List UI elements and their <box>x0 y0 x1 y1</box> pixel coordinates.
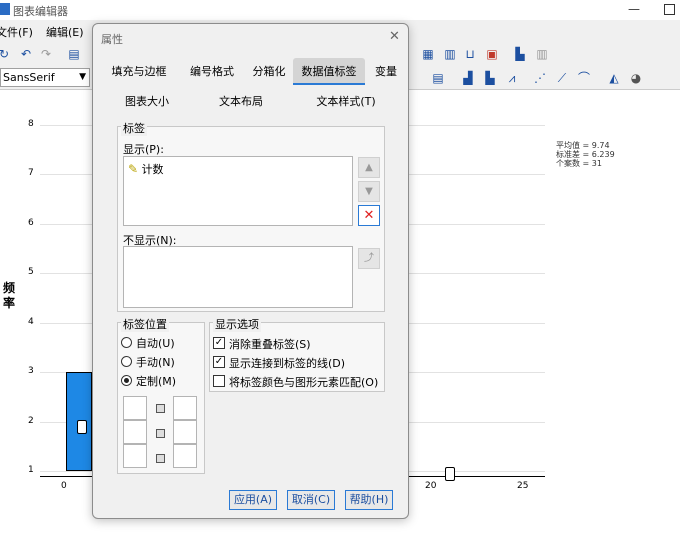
tab-text-layout[interactable]: 文本布局 <box>195 90 287 114</box>
move-down-button[interactable]: ▼ <box>358 181 380 202</box>
undo-icon[interactable]: ↶ <box>18 46 34 62</box>
cancel-button[interactable]: 取消(C) <box>287 490 335 510</box>
y-tick-label: 5 <box>28 267 34 278</box>
dialog-title: 属性 <box>101 33 123 46</box>
tab-chart-size[interactable]: 图表大小 <box>101 90 193 114</box>
position-cell[interactable] <box>123 396 147 420</box>
app-title: 图表编辑器 <box>13 5 68 18</box>
y-tick-label: 3 <box>28 366 34 377</box>
columns-icon[interactable]: ▥ <box>534 46 550 62</box>
x-tick-label: 0 <box>61 481 67 491</box>
grid-lines-icon[interactable]: ▤ <box>430 70 446 86</box>
tab-text-style[interactable]: 文本样式(T) <box>289 90 403 114</box>
y-tick-label: 1 <box>28 465 34 475</box>
position-cell[interactable] <box>123 444 147 468</box>
position-marker[interactable] <box>156 454 165 463</box>
table-icon[interactable]: ▥ <box>442 46 458 62</box>
y-axis-label: 频率 <box>3 281 16 310</box>
pie-icon[interactable]: ◕ <box>628 70 644 86</box>
display-listbox[interactable]: ✎ 计数 <box>123 156 353 226</box>
radio-manual[interactable] <box>121 356 132 367</box>
tab-variables[interactable]: 变量 <box>367 58 405 85</box>
y-tick-label: 6 <box>28 217 34 228</box>
position-cell[interactable] <box>173 444 197 468</box>
radio-auto-label: 自动(U) <box>136 337 175 350</box>
scatter-fit-icon[interactable]: ⟋ <box>554 70 570 86</box>
y-tick-label: 2 <box>28 415 34 426</box>
help-button[interactable]: 帮助(H) <box>345 490 393 510</box>
area-icon[interactable]: ◭ <box>606 70 622 86</box>
axis-icon[interactable]: ⊔ <box>462 46 478 62</box>
restore-button[interactable]: ⤴ <box>358 248 380 269</box>
minimize-button[interactable]: — <box>628 2 640 16</box>
y-tick-label: 4 <box>28 316 34 327</box>
position-cell[interactable] <box>173 396 197 420</box>
x-tick-label: 25 <box>517 481 529 491</box>
menu-file[interactable]: 文件(F) <box>0 24 33 40</box>
radio-custom-label: 定制(M) <box>136 375 177 388</box>
data-label-marker[interactable] <box>77 420 87 434</box>
scatter-icon[interactable]: ⋰ <box>532 70 548 86</box>
line-chart-icon[interactable]: ⩘ <box>504 70 520 86</box>
tab-binning[interactable]: 分箱化 <box>247 58 291 85</box>
position-cell[interactable] <box>173 420 197 444</box>
menu-edit[interactable]: 编辑(E) <box>46 24 84 40</box>
position-marker[interactable] <box>156 429 165 438</box>
radio-auto[interactable] <box>121 337 132 348</box>
refresh-icon[interactable]: ↻ <box>0 46 12 62</box>
list-item-label: 计数 <box>141 163 164 176</box>
redo-icon[interactable]: ↷ <box>38 46 54 62</box>
checkbox-match-color-label: 将标签颜色与图形元素匹配(O) <box>229 376 379 389</box>
position-group-legend: 标签位置 <box>121 316 169 332</box>
font-select[interactable]: SansSerif ▼ <box>0 68 90 87</box>
maximize-button[interactable] <box>664 4 675 15</box>
move-up-button[interactable]: ▲ <box>358 157 380 178</box>
checkbox-remove-overlap-label: 消除重叠标签(S) <box>229 338 311 351</box>
y-tick-label: 8 <box>28 119 34 129</box>
apply-button[interactable]: 应用(A) <box>229 490 277 510</box>
display-label: 显示(P): <box>123 143 164 156</box>
grid-icon[interactable]: ▦ <box>420 46 436 62</box>
tab-fill-border[interactable]: 填充与边框 <box>101 58 177 85</box>
chart-icon[interactable]: ▙ <box>512 46 528 62</box>
legend-icon[interactable]: ▣ <box>484 46 500 62</box>
position-marker[interactable] <box>156 404 165 413</box>
app-icon <box>0 3 10 15</box>
checkbox-show-lines-label: 显示连接到标签的线(D) <box>229 357 346 370</box>
stats-box[interactable]: 平均值 = 9.74 标准差 = 6.239 个案数 = 31 <box>556 141 615 168</box>
close-icon[interactable]: ✕ <box>389 29 400 44</box>
tab-data-labels[interactable]: 数据值标签 <box>293 58 365 85</box>
y-tick-label: 7 <box>28 168 34 179</box>
labels-group-legend: 标签 <box>121 120 147 136</box>
stat-std: 标准差 = 6.239 <box>556 150 615 159</box>
chevron-down-icon: ▼ <box>79 72 86 82</box>
app-titlebar: 图表编辑器 — <box>0 0 680 20</box>
delete-button[interactable]: ✕ <box>358 205 380 226</box>
ruler-icon: ✎ <box>128 162 139 176</box>
checkbox-remove-overlap[interactable]: ✓ <box>213 337 225 349</box>
data-label-marker[interactable] <box>445 467 455 481</box>
checkbox-match-color[interactable] <box>213 375 225 387</box>
x-tick-label: 20 <box>425 481 437 491</box>
radio-custom[interactable] <box>121 375 132 386</box>
tab-number-format[interactable]: 编号格式 <box>179 58 245 85</box>
list-item[interactable]: ✎ 计数 <box>128 161 164 177</box>
properties-dialog: 属性 ✕ 填充与边框 编号格式 分箱化 数据值标签 变量 图表大小 文本布局 文… <box>92 23 409 519</box>
checkbox-show-lines[interactable]: ✓ <box>213 356 225 368</box>
histogram-icon[interactable]: ▙ <box>482 70 498 86</box>
position-cell[interactable] <box>123 420 147 444</box>
options-group-legend: 显示选项 <box>213 316 261 332</box>
font-select-value: SansSerif <box>3 71 55 84</box>
stat-mean: 平均值 = 9.74 <box>556 141 610 150</box>
bar-chart-icon[interactable]: ▟ <box>460 70 476 86</box>
hidden-listbox[interactable] <box>123 246 353 308</box>
radio-manual-label: 手动(N) <box>136 356 175 369</box>
stat-count: 个案数 = 31 <box>556 159 602 168</box>
fit-line-icon[interactable]: ⌒ <box>576 70 592 86</box>
properties-icon[interactable]: ▤ <box>66 46 82 62</box>
